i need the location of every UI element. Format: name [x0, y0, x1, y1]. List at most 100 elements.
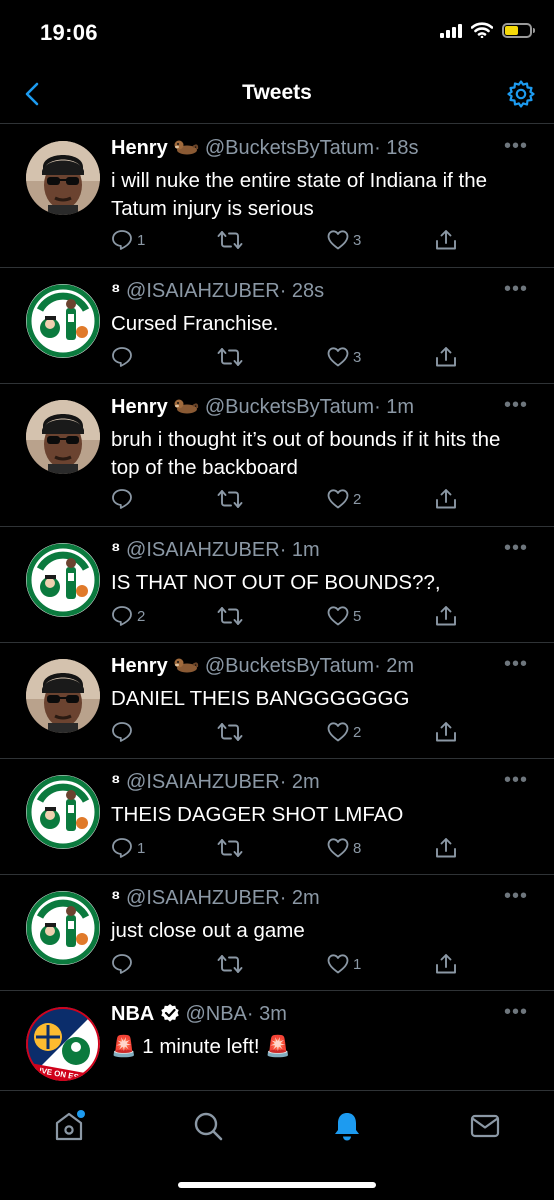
author-handle[interactable]: @ISAIAHZUBER	[126, 280, 280, 302]
like-heart-icon	[327, 606, 349, 626]
tweet-timestamp: · 2m	[374, 655, 415, 677]
share-button[interactable]	[435, 488, 457, 510]
avatar[interactable]	[26, 543, 100, 617]
more-options-icon[interactable]: •••	[504, 653, 528, 676]
home-indicator	[178, 1182, 376, 1188]
reply-icon	[112, 347, 132, 367]
reply-button[interactable]: 1	[111, 837, 145, 859]
reply-button[interactable]: 1	[111, 229, 145, 251]
avatar[interactable]: LIVE ON ESPN	[26, 1007, 100, 1081]
reply-button[interactable]	[111, 488, 137, 510]
tweet[interactable]: Henry @BucketsByTatum· 18s ••• i will nuke…	[0, 125, 554, 268]
home-icon[interactable]	[52, 1109, 86, 1143]
more-options-icon[interactable]: •••	[504, 135, 528, 158]
retweet-button[interactable]	[217, 837, 247, 859]
tweet-header: ⁸ @ISAIAHZUBER· 2m	[111, 771, 494, 794]
notifications-icon[interactable]	[330, 1109, 364, 1143]
like-heart-icon	[327, 954, 349, 974]
author-name[interactable]: Henry	[111, 655, 168, 677]
share-icon	[436, 722, 456, 742]
page-title: Tweets	[242, 81, 312, 104]
tweet-header: ⁸ @ISAIAHZUBER· 28s	[111, 280, 494, 303]
search-icon[interactable]	[191, 1109, 225, 1143]
like-count: 3	[353, 231, 362, 249]
author-name[interactable]: ⁸	[111, 539, 120, 561]
share-button[interactable]	[435, 721, 457, 743]
messages-icon[interactable]	[468, 1109, 502, 1143]
more-options-icon[interactable]: •••	[504, 394, 528, 417]
tweet-timestamp: · 1m	[279, 539, 320, 561]
like-button[interactable]: 3	[327, 346, 361, 368]
status-icons	[440, 22, 535, 38]
author-handle[interactable]: @ISAIAHZUBER	[126, 539, 280, 561]
avatar[interactable]	[26, 141, 100, 215]
retweet-button[interactable]	[217, 488, 247, 510]
author-name[interactable]: ⁸	[111, 280, 120, 302]
tweet-header: NBA @NBA· 3m	[111, 1003, 494, 1026]
like-count: 2	[353, 490, 362, 508]
more-options-icon[interactable]: •••	[504, 885, 528, 908]
tweet-text: IS THAT NOT OUT OF BOUNDS??,	[111, 571, 441, 594]
tweet-actions: 13	[111, 229, 471, 253]
author-name[interactable]: ⁸	[111, 771, 120, 793]
tweet-text: bruh i thought it’s out of bounds if it …	[111, 428, 501, 479]
retweet-icon	[217, 839, 243, 857]
more-options-icon[interactable]: •••	[504, 769, 528, 792]
retweet-button[interactable]	[217, 721, 247, 743]
tweet[interactable]: LIVE ON ESPN NBA @NBA· 3m ••• 🚨 1 minute l…	[0, 991, 554, 1089]
share-button[interactable]	[435, 605, 457, 627]
author-handle[interactable]: @BucketsByTatum	[205, 396, 374, 418]
retweet-button[interactable]	[217, 229, 247, 251]
retweet-button[interactable]	[217, 605, 247, 627]
retweet-icon	[217, 231, 243, 249]
tweet-timestamp: · 28s	[279, 280, 325, 302]
reply-button[interactable]	[111, 721, 137, 743]
author-handle[interactable]: @BucketsByTatum	[205, 137, 374, 159]
tweet[interactable]: ⁸ @ISAIAHZUBER· 28s ••• Cursed Franchise. 3	[0, 268, 554, 384]
author-handle[interactable]: @BucketsByTatum	[205, 655, 374, 677]
avatar[interactable]	[26, 659, 100, 733]
like-button[interactable]: 1	[327, 953, 361, 975]
avatar[interactable]	[26, 891, 100, 965]
tweet-timestamp: · 18s	[374, 137, 419, 159]
like-button[interactable]: 5	[327, 605, 361, 627]
more-options-icon[interactable]: •••	[504, 278, 528, 301]
share-button[interactable]	[435, 229, 457, 251]
author-name[interactable]: Henry	[111, 137, 168, 159]
reply-button[interactable]: 2	[111, 605, 145, 627]
share-button[interactable]	[435, 953, 457, 975]
avatar[interactable]	[26, 775, 100, 849]
avatar[interactable]	[26, 284, 100, 358]
tweet[interactable]: ⁸ @ISAIAHZUBER· 1m ••• IS THAT NOT OUT OF …	[0, 527, 554, 643]
tweet[interactable]: ⁸ @ISAIAHZUBER· 2m ••• THEIS DAGGER SHOT L…	[0, 759, 554, 875]
retweet-icon	[217, 490, 243, 508]
tweet-timestamp: · 3m	[246, 1003, 287, 1025]
more-options-icon[interactable]: •••	[504, 1001, 528, 1024]
like-button[interactable]: 2	[327, 721, 361, 743]
verified-badge-icon	[161, 1004, 179, 1022]
otter-emoji-icon	[174, 140, 199, 155]
retweet-icon	[217, 607, 243, 625]
author-name[interactable]: Henry	[111, 396, 168, 418]
retweet-button[interactable]	[217, 346, 247, 368]
like-button[interactable]: 3	[327, 229, 361, 251]
author-name[interactable]: ⁸	[111, 887, 120, 909]
tweet[interactable]: ⁸ @ISAIAHZUBER· 2m ••• just close out a ga…	[0, 875, 554, 991]
settings-gear-icon[interactable]	[506, 79, 536, 109]
retweet-button[interactable]	[217, 953, 247, 975]
avatar[interactable]	[26, 400, 100, 474]
reply-button[interactable]	[111, 953, 137, 975]
tweet[interactable]: Henry @BucketsByTatum· 2m ••• DANIEL THEIS…	[0, 643, 554, 759]
author-handle[interactable]: @ISAIAHZUBER	[126, 771, 280, 793]
reply-button[interactable]	[111, 346, 137, 368]
like-button[interactable]: 2	[327, 488, 361, 510]
more-options-icon[interactable]: •••	[504, 537, 528, 560]
author-handle[interactable]: @ISAIAHZUBER	[126, 887, 280, 909]
author-handle[interactable]: @NBA	[185, 1003, 246, 1025]
like-button[interactable]: 8	[327, 837, 361, 859]
share-button[interactable]	[435, 346, 457, 368]
tweet-actions: 1	[111, 953, 471, 977]
share-button[interactable]	[435, 837, 457, 859]
author-name[interactable]: NBA	[111, 1003, 154, 1025]
tweet[interactable]: Henry @BucketsByTatum· 1m ••• bruh i thoug…	[0, 384, 554, 527]
